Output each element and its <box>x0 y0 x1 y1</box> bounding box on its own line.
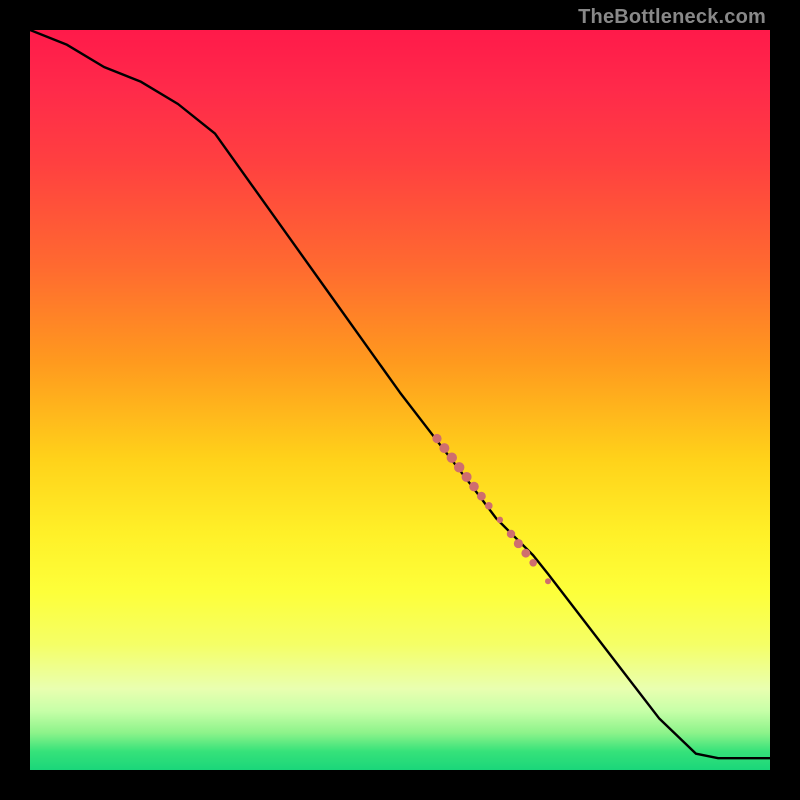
curve-marker <box>507 530 515 538</box>
curve-marker <box>439 443 449 453</box>
curve-marker <box>469 482 479 492</box>
curve-marker <box>545 578 551 584</box>
curve-marker <box>477 492 486 501</box>
chart-stage: TheBottleneck.com <box>0 0 800 800</box>
curve-markers <box>432 434 551 584</box>
curve-svg <box>30 30 770 770</box>
curve-marker <box>514 539 523 548</box>
curve-marker <box>447 453 457 463</box>
curve-marker <box>521 549 530 558</box>
plot-area <box>30 30 770 770</box>
curve-marker <box>454 462 464 472</box>
bottleneck-curve <box>30 30 770 758</box>
curve-marker <box>485 502 493 510</box>
watermark-text: TheBottleneck.com <box>578 6 766 29</box>
curve-marker <box>462 472 472 482</box>
curve-marker <box>529 559 537 567</box>
curve-marker <box>432 434 441 443</box>
curve-marker <box>497 517 503 523</box>
